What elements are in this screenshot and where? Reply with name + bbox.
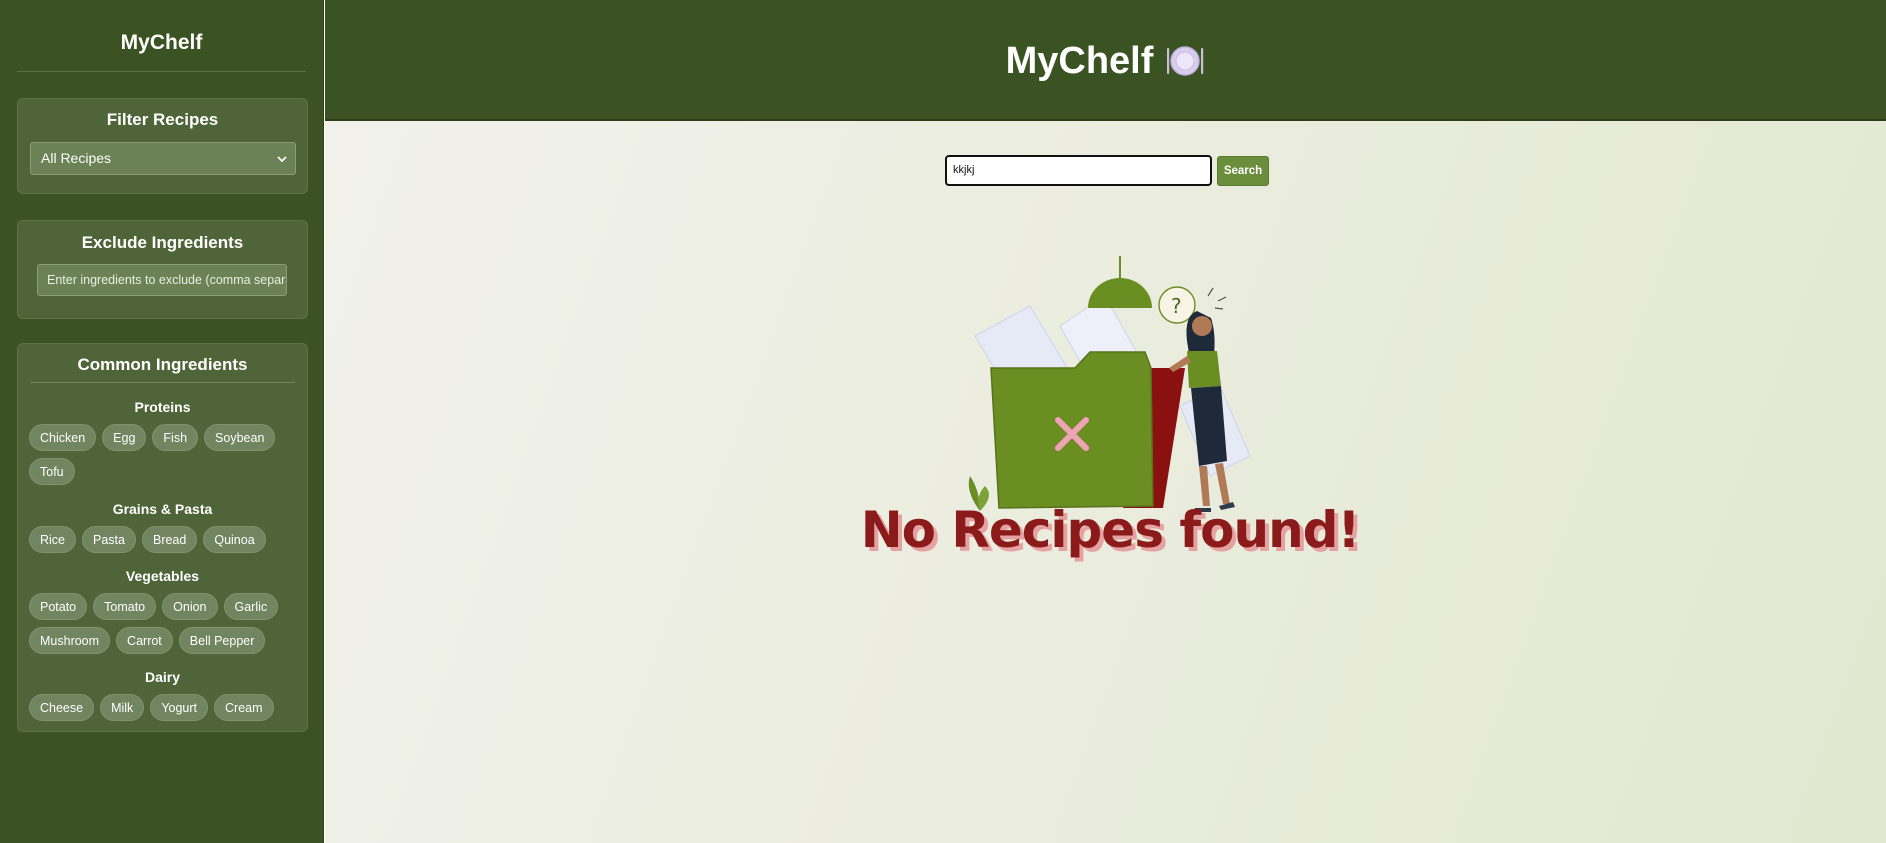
chip-group-proteins: Chicken Egg Fish Soybean Tofu bbox=[29, 424, 299, 492]
sidebar: MyChelf Filter Recipes All Recipes Exclu… bbox=[0, 0, 324, 843]
ingredient-chip-pasta[interactable]: Pasta bbox=[82, 526, 136, 553]
ingredient-chip-mushroom[interactable]: Mushroom bbox=[29, 627, 111, 654]
ingredient-chip-bell-pepper[interactable]: Bell Pepper bbox=[178, 627, 266, 654]
search-input[interactable]: kkjkj bbox=[945, 155, 1212, 186]
group-label-grains-pasta: Grains & Pasta bbox=[112, 501, 213, 517]
ingredient-chip-cream[interactable]: Cream bbox=[214, 694, 274, 721]
recipe-filter-value: All Recipes bbox=[41, 150, 112, 166]
ingredient-chip-tomato[interactable]: Tomato bbox=[93, 593, 157, 620]
group-label-proteins: Proteins bbox=[134, 399, 191, 415]
svg-text:?: ? bbox=[1171, 294, 1182, 318]
chevron-down-icon bbox=[277, 156, 287, 163]
exclude-ingredients-heading: Exclude Ingredients bbox=[81, 233, 244, 252]
ingredient-chip-tofu[interactable]: Tofu bbox=[29, 458, 75, 485]
exclude-ingredients-panel: Exclude Ingredients Enter ingredients to… bbox=[17, 220, 308, 319]
ingredient-chip-egg[interactable]: Egg bbox=[102, 424, 147, 451]
empty-folder-illustration: ? bbox=[968, 256, 1251, 512]
ingredient-chip-rice[interactable]: Rice bbox=[29, 526, 77, 553]
chip-group-grains-pasta: Rice Pasta Bread Quinoa bbox=[29, 526, 299, 560]
sidebar-title: MyChelf bbox=[17, 0, 306, 72]
page-title: MyChelf bbox=[325, 40, 1886, 83]
ingredient-chip-garlic[interactable]: Garlic bbox=[223, 593, 279, 620]
chip-group-vegetables: Potato Tomato Onion Garlic Mushroom Carr… bbox=[29, 593, 299, 661]
ingredient-chip-bread[interactable]: Bread bbox=[141, 526, 198, 553]
ingredient-chip-potato[interactable]: Potato bbox=[29, 593, 88, 620]
ingredient-chip-carrot[interactable]: Carrot bbox=[116, 627, 173, 654]
common-ingredients-panel: Common Ingredients Proteins Chicken Egg … bbox=[17, 343, 308, 732]
page-title-text: MyChelf bbox=[1005, 40, 1154, 82]
ingredient-chip-soybean[interactable]: Soybean bbox=[204, 424, 276, 451]
hanging-lamp bbox=[1088, 256, 1152, 308]
ingredient-chip-chicken[interactable]: Chicken bbox=[29, 424, 97, 451]
ingredient-chip-yogurt[interactable]: Yogurt bbox=[150, 694, 208, 721]
ingredient-chip-fish[interactable]: Fish bbox=[152, 424, 199, 451]
page-header: MyChelf bbox=[325, 0, 1886, 121]
group-label-dairy: Dairy bbox=[144, 669, 181, 685]
group-label-vegetables: Vegetables bbox=[125, 568, 200, 584]
main-content: kkjkj Search ? No Recipes found! bbox=[325, 121, 1886, 843]
ingredient-chip-milk[interactable]: Milk bbox=[100, 694, 145, 721]
filter-recipes-panel: Filter Recipes All Recipes bbox=[17, 98, 308, 194]
common-ingredients-heading: Common Ingredients bbox=[77, 355, 248, 374]
recipe-filter-select[interactable]: All Recipes bbox=[30, 142, 296, 175]
ingredient-chip-cheese[interactable]: Cheese bbox=[29, 694, 95, 721]
filter-recipes-heading: Filter Recipes bbox=[106, 110, 219, 129]
search-button[interactable]: Search bbox=[1217, 156, 1269, 186]
exclude-ingredients-placeholder: Enter ingredients to exclude (comma sepa… bbox=[47, 273, 287, 287]
chip-group-dairy: Cheese Milk Yogurt Cream bbox=[29, 694, 299, 728]
exclude-ingredients-input[interactable]: Enter ingredients to exclude (comma sepa… bbox=[37, 264, 287, 296]
search-input-value: kkjkj bbox=[953, 164, 975, 176]
ingredient-chip-quinoa[interactable]: Quinoa bbox=[203, 526, 266, 553]
ingredient-chip-onion[interactable]: Onion bbox=[162, 593, 218, 620]
common-ingredients-divider bbox=[30, 382, 295, 383]
folder-icon bbox=[990, 351, 1185, 509]
plate-icon bbox=[1167, 46, 1204, 76]
no-recipes-message: No Recipes found! bbox=[860, 501, 1361, 559]
